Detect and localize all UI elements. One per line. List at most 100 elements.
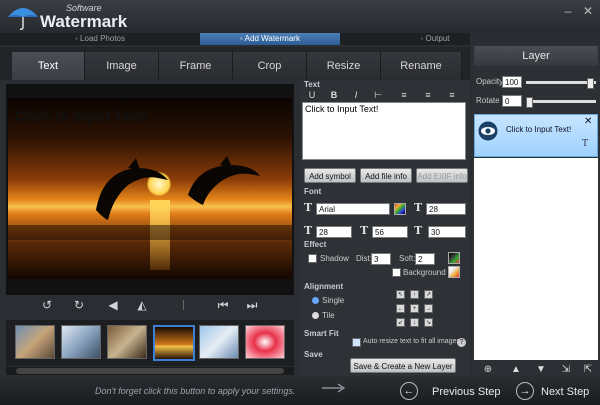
align-right-icon[interactable]: ≡: [446, 89, 458, 101]
background-checkbox[interactable]: [392, 268, 401, 277]
opacity-input[interactable]: 100: [502, 76, 522, 88]
font-color-picker[interactable]: [394, 203, 406, 215]
strikethrough-icon[interactable]: ⊢: [372, 89, 384, 101]
tab-crop[interactable]: Crop: [233, 52, 307, 80]
previous-step-label: Previous Step: [432, 386, 501, 398]
align-top-left-icon[interactable]: ↖: [396, 290, 405, 299]
align-top-right-icon[interactable]: ↗: [424, 290, 433, 299]
tab-image[interactable]: Image: [85, 52, 159, 80]
delete-layer-icon[interactable]: ✕: [584, 116, 592, 127]
bold-icon[interactable]: B: [328, 89, 340, 101]
align-right-middle-icon[interactable]: →: [424, 304, 433, 313]
thumbnail-kids[interactable]: [107, 325, 147, 359]
shadow-softness-input[interactable]: 2: [415, 253, 435, 265]
layer-down-icon[interactable]: ▼: [535, 364, 547, 376]
minimize-button[interactable]: –: [560, 4, 576, 18]
text-height-input[interactable]: 56: [372, 226, 408, 238]
add-symbol-button[interactable]: Add symbol: [304, 168, 356, 183]
new-layer-icon[interactable]: ⊕: [482, 364, 494, 376]
auto-resize-label: Auto resize text to fit all images.: [363, 338, 462, 345]
text-spacing-icon: T: [414, 224, 423, 237]
thumbnail-baby[interactable]: [199, 325, 239, 359]
help-icon[interactable]: ?: [457, 338, 466, 347]
background-color-picker[interactable]: [448, 266, 460, 278]
opacity-label: Opacity: [476, 77, 504, 86]
save-create-layer-button[interactable]: Save & Create a New Layer: [350, 358, 456, 373]
layer-item-label: Click to Input Text!: [506, 125, 572, 134]
next-photo-icon[interactable]: ⏭: [245, 298, 259, 312]
rotate-left-icon[interactable]: ↺: [40, 298, 54, 312]
add-exif-info-button[interactable]: Add EXIF info: [416, 168, 468, 183]
tab-rename[interactable]: Rename: [381, 52, 462, 80]
section-smartfit-label: Smart Fit: [304, 329, 339, 338]
rotate-input[interactable]: 0: [502, 95, 522, 107]
step-add-watermark[interactable]: ◦ Add Watermark: [200, 33, 340, 45]
rotate-slider-knob[interactable]: [526, 97, 533, 108]
add-file-info-button[interactable]: Add file info: [360, 168, 412, 183]
layer-up-icon[interactable]: ▲: [510, 364, 522, 376]
divider: [183, 300, 184, 310]
thumbnail-cat[interactable]: [15, 325, 55, 359]
align-bottom-right-icon[interactable]: ↘: [424, 318, 433, 327]
hint-text: Don't forget click this button to apply …: [95, 386, 296, 396]
tab-text[interactable]: Text: [12, 52, 85, 80]
flip-vertical-icon[interactable]: ◭: [135, 298, 149, 312]
thumbnail-dog[interactable]: [61, 325, 101, 359]
eye-icon[interactable]: [478, 121, 498, 141]
align-bottom-left-icon[interactable]: ↙: [396, 318, 405, 327]
underline-icon[interactable]: U: [306, 89, 318, 101]
section-alignment-label: Alignment: [304, 282, 344, 291]
auto-resize-checkbox[interactable]: [352, 338, 361, 347]
text-spacing-input[interactable]: 30: [428, 226, 466, 238]
font-size-input[interactable]: 28: [426, 203, 466, 215]
shadow-distance-input[interactable]: 3: [371, 253, 391, 265]
watermark-text-preview[interactable]: Click to Input Text!: [15, 108, 149, 125]
font-family-select[interactable]: Arial: [316, 203, 390, 215]
tile-radio[interactable]: [312, 312, 319, 319]
align-top-icon[interactable]: ↑: [410, 290, 419, 299]
previous-photo-icon[interactable]: ⏮: [216, 298, 230, 312]
single-radio[interactable]: [312, 297, 319, 304]
single-label: Single: [322, 296, 345, 305]
layer-panel-title: Layer: [474, 46, 598, 66]
rotate-slider[interactable]: [526, 100, 596, 103]
rotate-right-icon[interactable]: ↻: [72, 298, 86, 312]
umbrella-logo-icon: [8, 8, 38, 30]
layer-list: [474, 158, 598, 360]
font-size-icon: T: [414, 201, 423, 214]
align-left-icon[interactable]: ≡: [398, 89, 410, 101]
align-bottom-icon[interactable]: ↓: [410, 318, 419, 327]
text-width-input[interactable]: 28: [316, 226, 352, 238]
step-output[interactable]: ◦ Output: [400, 33, 470, 45]
brand-title: Watermark: [40, 12, 128, 31]
dolphins-silhouette: [8, 156, 292, 240]
export-layer-icon[interactable]: ⇱: [582, 364, 594, 376]
section-font-label: Font: [304, 187, 322, 196]
step-load-photos[interactable]: ◦ Load Photos: [40, 33, 160, 45]
text-height-icon: T: [360, 224, 369, 237]
flip-horizontal-icon[interactable]: ◀: [106, 298, 120, 312]
text-layer-type-icon: T: [582, 139, 589, 149]
align-center-middle-icon[interactable]: +: [410, 304, 419, 313]
font-icon: T: [304, 201, 313, 214]
close-button[interactable]: ✕: [580, 4, 596, 18]
tab-frame[interactable]: Frame: [159, 52, 233, 80]
shadow-color-picker[interactable]: [448, 252, 460, 264]
italic-icon[interactable]: I: [350, 89, 362, 101]
scrollbar-thumb[interactable]: [16, 368, 284, 374]
rotate-label: Rotate: [476, 96, 500, 105]
watermark-text-input[interactable]: Click to Input Text!: [302, 102, 466, 160]
opacity-slider[interactable]: [526, 81, 596, 84]
import-layer-icon[interactable]: ⇲: [560, 364, 572, 376]
thumbnail-flowers[interactable]: [245, 325, 285, 359]
previous-arrow-icon: ←: [400, 382, 418, 400]
align-left-middle-icon[interactable]: ←: [396, 304, 405, 313]
text-width-icon: T: [304, 224, 313, 237]
tab-resize[interactable]: Resize: [307, 52, 381, 80]
thumbnail-sunset-selected[interactable]: [153, 325, 195, 361]
next-step-label: Next Step: [541, 386, 590, 398]
shadow-checkbox[interactable]: [308, 254, 317, 263]
opacity-slider-knob[interactable]: [586, 78, 594, 89]
next-arrow-icon: →: [516, 382, 534, 400]
align-center-icon[interactable]: ≡: [422, 89, 434, 101]
